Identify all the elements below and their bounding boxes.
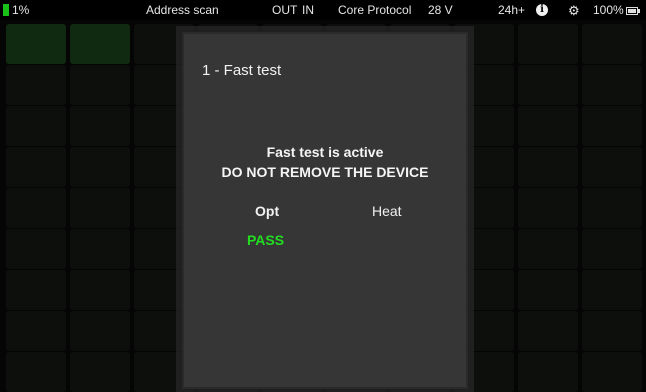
background-cell: [518, 311, 578, 351]
background-cell: [582, 106, 642, 146]
background-cell: [70, 24, 130, 64]
battery-icon: [626, 7, 640, 15]
out-label: OUT: [272, 3, 298, 17]
background-cell: [70, 229, 130, 269]
background-cell: [6, 65, 66, 105]
heat-test-label: Heat: [372, 203, 402, 219]
background-cell: [6, 270, 66, 310]
status-heading-line2: DO NOT REMOVE THE DEVICE: [221, 164, 429, 180]
background-cell: [70, 352, 130, 392]
background-cell: [582, 270, 642, 310]
in-label: IN: [302, 3, 314, 17]
background-cell: [582, 65, 642, 105]
opt-test-result: PASS: [247, 232, 285, 248]
dialog-title: 1 - Fast test: [202, 62, 282, 79]
background-cell: [70, 106, 130, 146]
status-heading-line1: Fast test is active: [266, 144, 384, 160]
time-label: 24h+: [498, 3, 526, 17]
opt-test-label: Opt: [255, 203, 280, 219]
status-bar: 1% Address scan OUT IN Core Protocol 28 …: [0, 0, 646, 20]
mode-label: Address scan: [146, 3, 219, 17]
background-cell: [6, 311, 66, 351]
status-heading: Fast test is active DO NOT REMOVE THE DE…: [184, 142, 466, 182]
background-cell: [70, 65, 130, 105]
background-cell: [518, 65, 578, 105]
info-icon[interactable]: i: [536, 4, 548, 16]
background-cell: [582, 24, 642, 64]
background-cell: [70, 188, 130, 228]
background-cell: [6, 188, 66, 228]
background-cell: [70, 270, 130, 310]
background-cell: [582, 352, 642, 392]
level-percent: 1%: [12, 3, 30, 17]
background-cell: [518, 147, 578, 187]
background-cell: [6, 352, 66, 392]
protocol-label: Core Protocol: [338, 3, 412, 17]
fast-test-dialog: 1 - Fast test Fast test is active DO NOT…: [182, 32, 468, 389]
background-cell: [70, 147, 130, 187]
background-cell: [518, 352, 578, 392]
background-cell: [582, 311, 642, 351]
background-cell: [518, 188, 578, 228]
background-cell: [518, 24, 578, 64]
background-cell: [6, 24, 66, 64]
background-cell: [582, 229, 642, 269]
background-cell: [6, 147, 66, 187]
background-cell: [582, 147, 642, 187]
background-cell: [582, 188, 642, 228]
background-cell: [518, 106, 578, 146]
background-cell: [6, 106, 66, 146]
level-indicator-bar: [3, 4, 9, 16]
battery-percent: 100%: [593, 3, 624, 17]
background-cell: [518, 229, 578, 269]
background-cell: [70, 311, 130, 351]
background-cell: [6, 229, 66, 269]
voltage-label: 28 V: [428, 3, 453, 17]
background-cell: [518, 270, 578, 310]
settings-icon[interactable]: ⚙: [568, 3, 580, 19]
